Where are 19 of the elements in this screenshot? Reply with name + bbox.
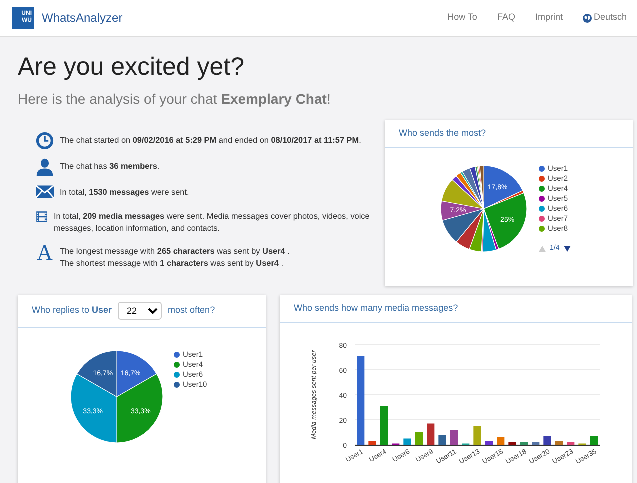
stat-text: In total, 209 media messages were sent. Media messages cover photos, videos, voice messages, location information, and contacts. xyxy=(54,210,371,234)
nav-link[interactable]: Deutsch xyxy=(582,11,627,25)
card-title: Who sends the most? xyxy=(399,126,486,140)
nav-link[interactable]: FAQ xyxy=(497,11,516,25)
font-icon: A xyxy=(36,242,54,262)
brand-link[interactable]: WhatsAnalyzer xyxy=(42,9,123,27)
stat-text: The shortest message with 1 characters was sent by User4 . xyxy=(60,258,284,270)
stat-text: The chat started on 09/02/2016 at 5:29 PM and ended on 08/10/2017 at 11:57 PM. xyxy=(60,134,362,146)
card-title: Who sends how many media messages? xyxy=(294,302,458,315)
card-title: Who replies to User xyxy=(32,304,112,317)
stat-text: The longest message with 265 characters was sent by User4 . xyxy=(60,246,290,258)
page-title: Are you excited yet? xyxy=(18,52,246,83)
card-title: most often? xyxy=(168,304,216,317)
nav-link[interactable]: How To xyxy=(448,11,478,25)
page-subtitle: Here is the analysis of your chat Exemplary Chat! xyxy=(18,90,332,109)
stat-text: The chat has 36 members. xyxy=(60,160,160,172)
nav-link[interactable]: Imprint xyxy=(535,11,563,25)
stat-text: In total, 1530 messages were sent. xyxy=(60,186,190,198)
user-select[interactable]: 22 xyxy=(118,302,162,320)
